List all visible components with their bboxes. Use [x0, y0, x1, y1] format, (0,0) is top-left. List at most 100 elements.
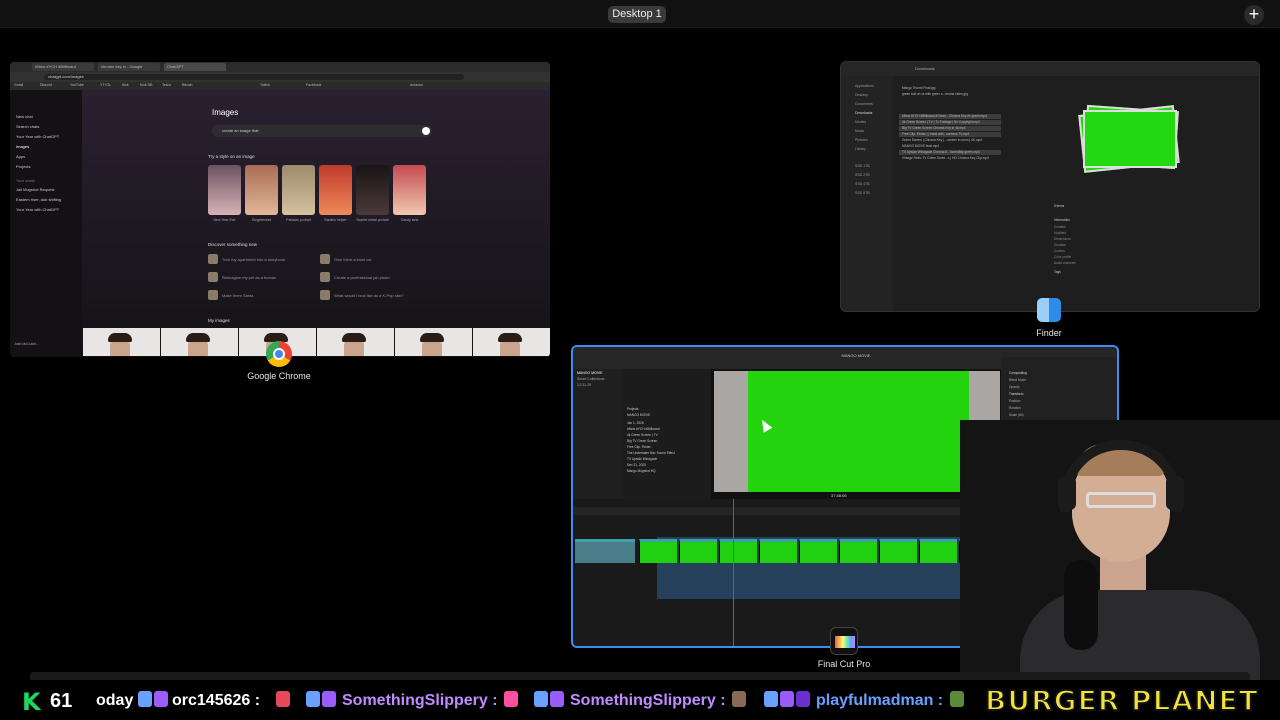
file-row[interactable]: Big TV Green Screen Chroma Key in 4k.mp4: [899, 126, 1001, 131]
generated-image[interactable]: [317, 328, 394, 356]
finder-icon[interactable]: [1037, 298, 1061, 322]
finder-sidebar-item[interactable]: Movies: [855, 120, 866, 124]
inspector-row[interactable]: Blend Mode: [1009, 378, 1026, 382]
bookmark[interactable]: Discord: [40, 83, 52, 87]
finder-sidebar-item[interactable]: Documents: [855, 102, 873, 106]
timeline-clip[interactable]: [879, 539, 917, 563]
playhead[interactable]: [733, 499, 734, 646]
timeline-clip[interactable]: [919, 539, 957, 563]
info-row: Audio channels: [1054, 261, 1076, 265]
library-item[interactable]: MANGO MOVIE: [577, 371, 602, 375]
timeline-clip[interactable]: [639, 539, 677, 563]
library-item[interactable]: Smart Collections: [577, 377, 604, 381]
chrome-window[interactable]: #New #YCH #Billboard chrome key in - Goo…: [10, 62, 550, 357]
green-screen-frame: [748, 371, 969, 492]
bookmark[interactable]: YouTube: [70, 83, 84, 87]
clip-item[interactable]: 4k Green Screen | TV: [627, 433, 658, 437]
viewer[interactable]: MANGO MOVIE 37:48:06: [711, 353, 1001, 499]
chrome-tab[interactable]: #New #YCH #Billboard: [32, 63, 94, 71]
finder-window[interactable]: Downloads Applications Desktop Documents…: [840, 61, 1260, 312]
timeline-clip[interactable]: [719, 539, 757, 563]
clip-item[interactable]: Big TV Green Screen: [627, 439, 657, 443]
timeline-clip[interactable]: [679, 539, 717, 563]
file-row[interactable]: green suit on vs with green s...hroma vi…: [899, 92, 1001, 97]
sidebar-item-apps[interactable]: Apps: [16, 154, 25, 159]
inspector-row[interactable]: Scale (All): [1009, 413, 1024, 417]
style-card[interactable]: [208, 165, 241, 215]
chat-history-item[interactable]: Jail Mugshot Request: [16, 187, 54, 192]
bookmark[interactable]: Amazon: [410, 83, 423, 87]
send-icon[interactable]: [422, 127, 430, 135]
style-card[interactable]: [393, 165, 426, 215]
chrome-icon[interactable]: [266, 341, 292, 367]
inspector-row[interactable]: Position: [1009, 399, 1020, 403]
inspector-row[interactable]: Rotation: [1009, 406, 1021, 410]
bookmark[interactable]: YT+GL: [100, 83, 111, 87]
clip-item[interactable]: Free Clip: Finder: [627, 445, 651, 449]
finder-sidebar-item[interactable]: SSD 8TB: [855, 191, 870, 195]
style-card[interactable]: [245, 165, 278, 215]
file-row[interactable]: #New #YCH #Billboard #Green...Chroma Key…: [899, 114, 1001, 119]
browser-item[interactable]: Jan 1, 2026: [627, 421, 644, 425]
file-row[interactable]: TV Upside Windgade Chroma K...Incredibly…: [899, 150, 1001, 155]
sidebar-item-your-year[interactable]: Your Year with ChatGPT: [16, 134, 59, 139]
account-name[interactable]: Josh McCutch...: [14, 342, 39, 346]
final-cut-pro-icon[interactable]: [830, 627, 858, 655]
file-row[interactable]: 4k Green Screen | TV | Tv Footage | No C…: [899, 120, 1001, 125]
browser-item[interactable]: MANGO MOVIE: [627, 413, 650, 417]
event-browser: Projects MANGO MOVIE Jan 1, 2026 #New #Y…: [623, 369, 711, 499]
file-row[interactable]: Vintage Retro TV Green Scree...s | HD Ch…: [899, 156, 1001, 161]
style-card[interactable]: [356, 165, 389, 215]
sidebar-item-search-chats[interactable]: Search chats: [16, 124, 39, 129]
generated-image[interactable]: [83, 328, 160, 356]
timeline-clip[interactable]: [799, 539, 837, 563]
finder-sidebar-item[interactable]: Pictures: [855, 138, 868, 142]
finder-sidebar-item[interactable]: SSD 2TB: [855, 173, 870, 177]
clip-item[interactable]: TV Upside Windgade: [627, 457, 657, 461]
finder-sidebar-item[interactable]: SSD 1TB: [855, 164, 870, 168]
sidebar-item-images[interactable]: Images: [16, 144, 29, 149]
sidebar-item-projects[interactable]: Projects: [16, 164, 30, 169]
clip-item[interactable]: The Undertaker Bat: Sound Effect: [627, 451, 675, 455]
finder-sidebar-item[interactable]: Desktop: [855, 93, 868, 97]
timeline-clip[interactable]: [759, 539, 797, 563]
style-card[interactable]: [319, 165, 352, 215]
generated-image[interactable]: [395, 328, 472, 356]
chat-history-item[interactable]: Eastern riser, dub shifting: [16, 197, 61, 202]
finder-sidebar-item[interactable]: SSD 4TB: [855, 182, 870, 186]
finder-sidebar-item[interactable]: Library: [855, 147, 866, 151]
library-item[interactable]: 12-31-25: [577, 383, 591, 387]
desktop-1-space[interactable]: Desktop 1: [608, 6, 666, 23]
bookmark[interactable]: Twitch: [260, 83, 270, 87]
bookmark[interactable]: Kick: [122, 83, 129, 87]
bookmark[interactable]: Bitcoin: [182, 83, 193, 87]
bookmark[interactable]: Facebook: [306, 83, 321, 87]
generated-image[interactable]: [473, 328, 550, 356]
file-row[interactable]: MANGO MOVIE final.mp4: [899, 144, 1001, 149]
sidebar-item-new-chat[interactable]: New chat: [16, 114, 33, 119]
timeline-clip[interactable]: [575, 539, 635, 563]
timeline-clip[interactable]: [839, 539, 877, 563]
chat-history-item[interactable]: Your Year with ChatGPT: [16, 207, 59, 212]
bookmark[interactable]: Gmail: [14, 83, 23, 87]
clip-item[interactable]: #New #YCH #Billboard: [627, 427, 660, 431]
finder-sidebar-item[interactable]: Downloads: [855, 111, 872, 115]
clip-item[interactable]: Mango Mugshot HQ: [627, 469, 656, 473]
browser-item[interactable]: Dec 31, 2025: [627, 463, 646, 467]
file-row[interactable]: Green Screen | Chroma Key | ...screen in…: [899, 138, 1001, 143]
inspector-row[interactable]: Opacity: [1009, 385, 1020, 389]
style-card[interactable]: [282, 165, 315, 215]
file-row[interactable]: Mango Thumb Final.jpg: [899, 86, 1001, 91]
bookmark[interactable]: Tesco: [162, 83, 171, 87]
browser-item[interactable]: Projects: [627, 407, 639, 411]
image-prompt-input[interactable]: create an image that: [212, 125, 432, 137]
finder-sidebar-item[interactable]: Applications: [855, 84, 874, 88]
address-bar[interactable]: chatgpt.com/images: [44, 74, 464, 80]
generated-image[interactable]: [161, 328, 238, 356]
add-desktop-button[interactable]: +: [1244, 5, 1264, 25]
file-row[interactable]: Free Clip: Finder | | hand with...screen…: [899, 132, 1001, 137]
chrome-tab-active[interactable]: ChatGPT: [164, 63, 226, 71]
chrome-tab[interactable]: chrome key in - Google: [98, 63, 160, 71]
bookmark[interactable]: Kick DB: [140, 83, 152, 87]
finder-sidebar-item[interactable]: Music: [855, 129, 864, 133]
